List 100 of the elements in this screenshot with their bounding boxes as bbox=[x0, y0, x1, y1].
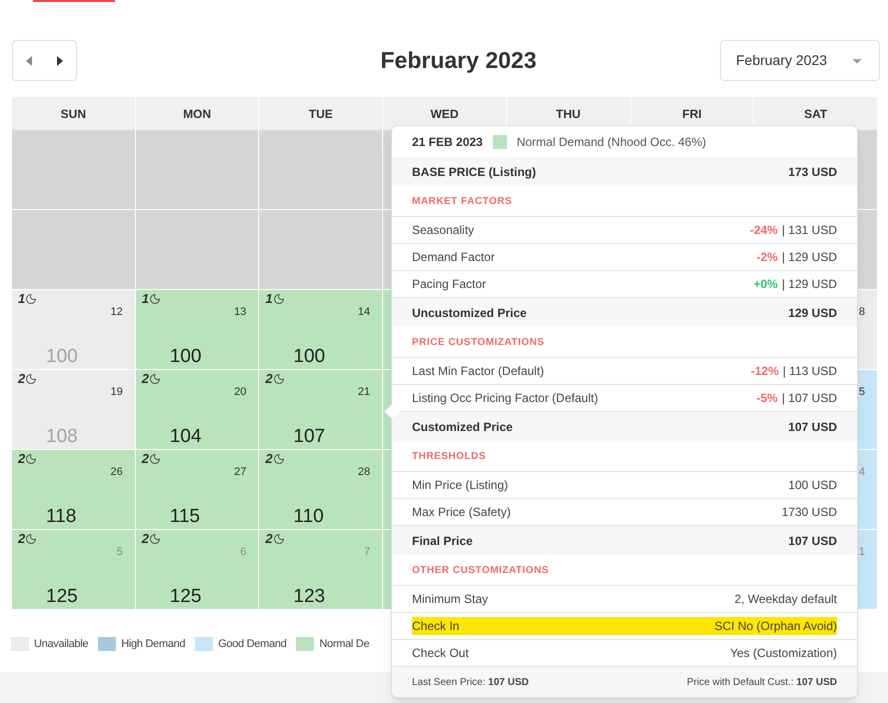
nights-indicator: 1 bbox=[265, 292, 285, 305]
weekday-header: SAT bbox=[804, 106, 828, 122]
nights-indicator: 2 bbox=[142, 452, 161, 465]
price-text: 107 bbox=[293, 424, 326, 448]
row-label: Uncustomized Price bbox=[412, 304, 527, 322]
change-percent: -12% bbox=[750, 363, 779, 380]
day-number: 13 bbox=[234, 305, 246, 320]
calendar-day-cell[interactable] bbox=[12, 210, 136, 290]
price-text: 108 bbox=[46, 424, 78, 448]
day-number: 20 bbox=[234, 385, 246, 400]
row-value: | 129 USD bbox=[782, 276, 837, 293]
weekday-header: TUE bbox=[308, 106, 333, 122]
day-number: 8 bbox=[858, 305, 865, 320]
row-value: | 107 USD bbox=[782, 390, 837, 407]
section-heading: OTHER CUSTOMIZATIONS bbox=[412, 564, 549, 578]
day-number: 28 bbox=[358, 465, 370, 480]
calendar-day-cell[interactable]: 2 19 108 bbox=[12, 370, 136, 450]
row-value: 1730 USD bbox=[782, 504, 837, 521]
next-icon[interactable] bbox=[57, 56, 64, 66]
price-text: 100 bbox=[293, 344, 326, 368]
weekday-header: SUN bbox=[60, 106, 86, 122]
row-value: Yes (Customization) bbox=[730, 645, 837, 662]
calendar-day-cell[interactable]: 1 12 100 bbox=[12, 290, 136, 370]
price-text: 100 bbox=[46, 344, 78, 368]
day-number: 12 bbox=[110, 305, 123, 320]
row-value: | 129 USD bbox=[782, 249, 837, 266]
calendar-day-cell[interactable] bbox=[136, 210, 260, 290]
day-number: 6 bbox=[240, 545, 246, 560]
day-number: 5 bbox=[116, 545, 123, 560]
row-value: | 113 USD bbox=[782, 363, 837, 380]
previous-icon[interactable] bbox=[26, 56, 32, 66]
row-label: Max Price (Safety) bbox=[412, 504, 511, 521]
day-number: 21 bbox=[358, 385, 370, 400]
day-number: 26 bbox=[110, 465, 123, 480]
nights-indicator: 2 bbox=[265, 532, 285, 545]
price-text: 104 bbox=[170, 424, 202, 448]
day-number: 5 bbox=[858, 385, 865, 400]
day-number: 7 bbox=[364, 545, 370, 560]
row-value: 107 USD bbox=[788, 532, 837, 550]
nights-indicator: 1 bbox=[18, 292, 38, 305]
section-heading: MARKET FACTORS bbox=[412, 194, 512, 208]
month-select[interactable]: February 2023 bbox=[720, 40, 880, 81]
legend-label: Unavailable bbox=[34, 637, 88, 652]
row-label: Minimum Stay bbox=[412, 591, 488, 608]
row-label: Last Min Factor (Default) bbox=[412, 363, 544, 380]
row-label: Final Price bbox=[412, 532, 473, 550]
day-number: 19 bbox=[110, 385, 123, 400]
calendar-day-cell[interactable]: 2 28 110 bbox=[259, 450, 384, 530]
nights-indicator: 2 bbox=[265, 452, 285, 465]
legend-label: High Demand bbox=[121, 637, 186, 652]
calendar-day-cell[interactable]: 2 20 104 bbox=[136, 370, 260, 450]
calendar-day-cell[interactable] bbox=[136, 130, 260, 210]
calendar-day-cell[interactable]: 1 13 100 bbox=[136, 290, 260, 370]
nights-indicator: 2 bbox=[18, 532, 38, 545]
change-percent: -5% bbox=[756, 390, 778, 407]
price-text: 110 bbox=[293, 504, 324, 528]
price-text: 125 bbox=[46, 584, 78, 608]
row-value: 107 USD bbox=[788, 418, 837, 436]
calendar-day-cell[interactable]: 2 21 107 bbox=[259, 370, 384, 450]
row-value: 129 USD bbox=[788, 304, 837, 322]
price-text: 115 bbox=[170, 504, 200, 528]
nights-indicator: 2 bbox=[142, 372, 161, 385]
price-text: 123 bbox=[293, 584, 326, 608]
row-label: Pacing Factor bbox=[412, 276, 486, 293]
row-label: Min Price (Listing) bbox=[412, 477, 508, 494]
calendar-day-cell[interactable] bbox=[259, 130, 384, 210]
day-number: 4 bbox=[858, 465, 865, 480]
calendar-day-cell[interactable]: 2 6 125 bbox=[136, 530, 260, 610]
price-text: 125 bbox=[170, 584, 202, 608]
demand-label: Normal Demand (Nhood Occ. 46%) bbox=[516, 134, 706, 150]
weekday-header: THU bbox=[556, 106, 581, 122]
row-label: Check In bbox=[412, 618, 460, 635]
calendar-day-cell[interactable]: 2 26 118 bbox=[12, 450, 136, 530]
row-value: | 131 USD bbox=[782, 222, 837, 239]
nights-indicator: 1 bbox=[142, 292, 161, 305]
row-label: BASE PRICE (Listing) bbox=[412, 164, 536, 180]
day-number: 14 bbox=[358, 305, 370, 320]
row-value: 100 USD bbox=[788, 477, 837, 494]
calendar-day-cell[interactable]: 2 5 125 bbox=[12, 530, 136, 610]
default-cust-price: Price with Default Cust.: 107 USD bbox=[686, 676, 837, 690]
calendar-day-cell[interactable]: 1 14 100 bbox=[259, 290, 384, 370]
weekday-header: MON bbox=[183, 106, 212, 122]
weekday-header: FRI bbox=[682, 106, 702, 122]
calendar-day-cell[interactable] bbox=[12, 130, 136, 210]
legend-label: Good Demand bbox=[218, 637, 286, 652]
nights-indicator: 2 bbox=[142, 532, 161, 545]
row-label: Check Out bbox=[412, 645, 469, 662]
month-title: February 2023 bbox=[380, 46, 536, 76]
calendar-day-cell[interactable]: 2 7 123 bbox=[259, 530, 384, 610]
calendar-day-cell[interactable] bbox=[259, 210, 384, 290]
nights-indicator: 2 bbox=[18, 372, 38, 385]
change-percent: +0% bbox=[753, 276, 778, 293]
row-label: Listing Occ Pricing Factor (Default) bbox=[412, 390, 598, 407]
price-text: 118 bbox=[46, 504, 76, 528]
calendar-day-cell[interactable]: 2 27 115 bbox=[136, 450, 260, 530]
last-seen-price: Last Seen Price: 107 USD bbox=[412, 676, 529, 690]
section-heading: THRESHOLDS bbox=[412, 450, 486, 464]
row-value: SCI No (Orphan Avoid) bbox=[714, 618, 837, 635]
row-label: Customized Price bbox=[412, 418, 513, 436]
row-value: 2, Weekday default bbox=[734, 591, 837, 608]
